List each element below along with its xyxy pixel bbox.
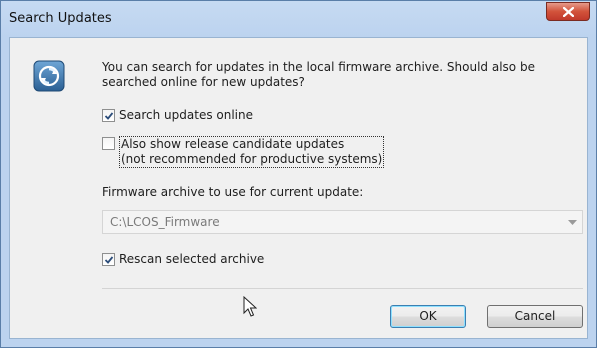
- release-candidate-label: Also show release candidate updates (not…: [119, 136, 385, 168]
- release-candidate-label-line2: (not recommended for productive systems): [121, 152, 383, 166]
- checkmark-icon: [104, 112, 114, 120]
- archive-value: C:\LCOS_Firmware: [110, 215, 220, 229]
- search-online-checkbox[interactable]: [102, 109, 115, 122]
- search-updates-window: Search Updates You can search for update…: [0, 0, 597, 348]
- search-online-label: Search updates online: [119, 108, 253, 122]
- window-title: Search Updates: [9, 11, 112, 26]
- archive-label: Firmware archive to use for current upda…: [102, 185, 364, 199]
- close-icon: [563, 7, 574, 17]
- search-online-checkbox-row[interactable]: Search updates online: [102, 108, 253, 123]
- release-candidate-label-line1: Also show release candidate updates: [121, 137, 345, 151]
- rescan-checkbox-row[interactable]: Rescan selected archive: [102, 252, 264, 267]
- release-candidate-checkbox[interactable]: [102, 137, 115, 150]
- dialog-body: You can search for updates in the local …: [9, 37, 588, 339]
- chevron-down-icon: [568, 220, 577, 225]
- mouse-pointer-icon: [243, 296, 257, 317]
- cancel-button[interactable]: Cancel: [487, 305, 583, 328]
- checkmark-icon: [104, 256, 114, 264]
- title-bar[interactable]: Search Updates: [1, 1, 596, 37]
- rescan-checkbox[interactable]: [102, 253, 115, 266]
- rescan-label: Rescan selected archive: [119, 252, 265, 266]
- intro-text: You can search for updates in the local …: [102, 60, 535, 89]
- firmware-update-icon: [33, 60, 65, 92]
- divider: [102, 288, 583, 289]
- release-candidate-checkbox-row[interactable]: Also show release candidate updates (not…: [102, 136, 385, 168]
- close-button[interactable]: [546, 2, 590, 21]
- ok-button[interactable]: OK: [390, 305, 466, 328]
- archive-combobox[interactable]: C:\LCOS_Firmware: [102, 210, 583, 234]
